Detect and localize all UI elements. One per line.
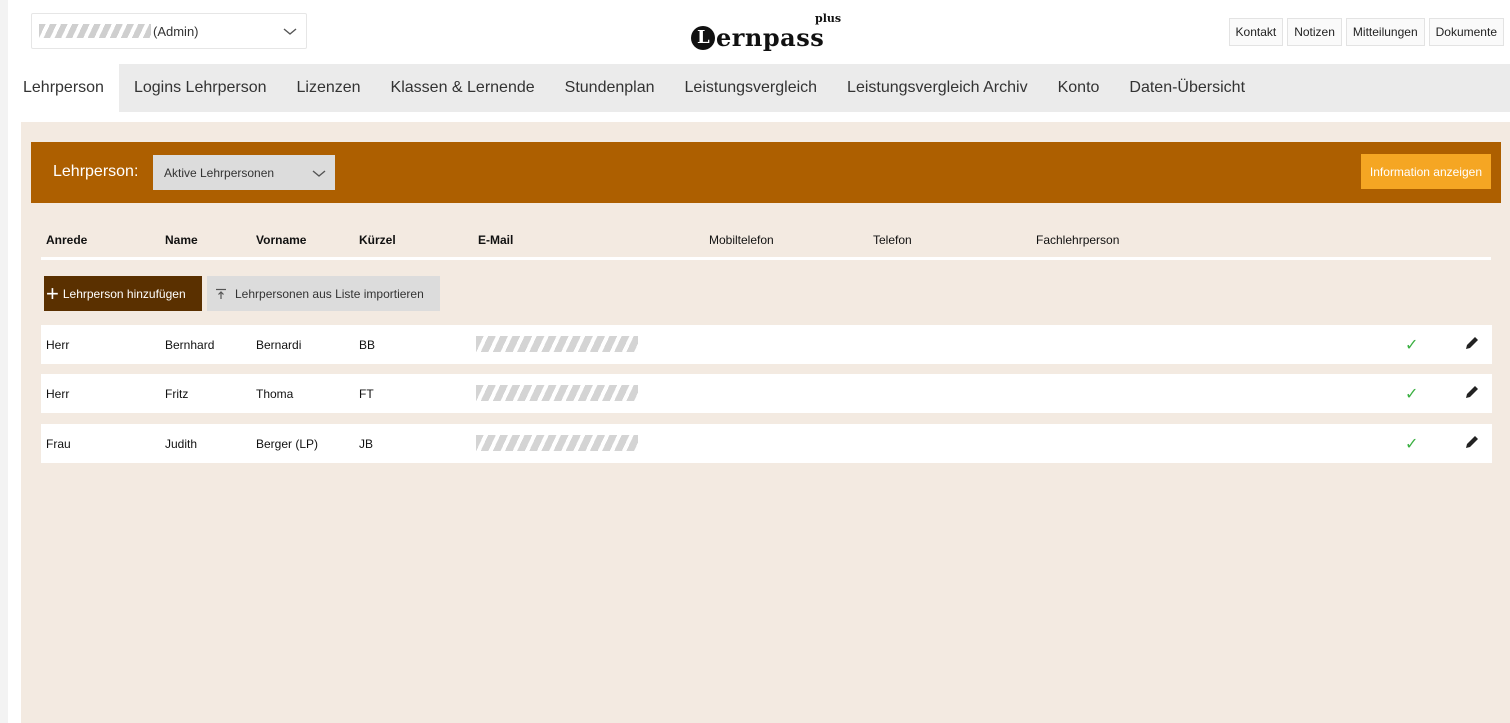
filter-value: Aktive Lehrpersonen: [164, 165, 275, 180]
main-nav: Lehrperson Logins Lehrperson Lizenzen Kl…: [8, 64, 1510, 112]
add-teacher-button[interactable]: + Lehrperson hinzufügen: [44, 276, 202, 311]
tab-stundenplan[interactable]: Stundenplan: [550, 64, 670, 112]
documents-link[interactable]: Dokumente: [1428, 18, 1504, 46]
cell-vorname: Berger (LP): [256, 437, 319, 451]
tab-konto[interactable]: Konto: [1043, 64, 1115, 112]
teacher-filter-select[interactable]: Aktive Lehrpersonen: [153, 155, 335, 190]
table-row[interactable]: Frau Judith Berger (LP) JB ✓: [41, 424, 1492, 463]
user-role-label: (Admin): [153, 23, 199, 39]
cell-vorname: Thoma: [256, 387, 294, 401]
import-teachers-label: Lehrpersonen aus Liste importieren: [235, 286, 424, 301]
plus-icon: +: [46, 280, 59, 306]
tab-daten-uebersicht[interactable]: Daten-Übersicht: [1114, 64, 1260, 112]
top-bar: (Admin) L ernpass plus Kontakt Notizen M…: [8, 0, 1510, 64]
cell-anrede: Frau: [46, 437, 71, 451]
pencil-icon[interactable]: [1463, 383, 1481, 401]
cell-vorname: Bernardi: [256, 338, 302, 352]
logo-plus: plus: [815, 12, 842, 25]
tab-lehrperson[interactable]: Lehrperson: [8, 64, 119, 112]
tab-logins-lehrperson[interactable]: Logins Lehrperson: [119, 64, 282, 112]
content-area: Lehrperson: Aktive Lehrpersonen Informat…: [21, 122, 1510, 723]
col-header-anrede[interactable]: Anrede: [46, 233, 87, 247]
col-header-fachlehrperson[interactable]: Fachlehrperson: [1036, 233, 1119, 247]
chevron-down-icon: [283, 28, 297, 35]
panel-label: Lehrperson:: [53, 163, 139, 180]
logo-mark: L: [691, 26, 715, 50]
header-divider: [41, 257, 1491, 260]
pencil-icon[interactable]: [1463, 334, 1481, 352]
app-logo: L ernpass plus: [691, 12, 841, 52]
user-select[interactable]: (Admin): [31, 13, 307, 49]
cell-name: Fritz: [165, 387, 189, 401]
redacted-email: [476, 435, 638, 451]
col-header-email[interactable]: E-Mail: [478, 233, 513, 247]
panel-header: Lehrperson: Aktive Lehrpersonen Informat…: [31, 142, 1501, 203]
redacted-username: [39, 24, 151, 38]
table-row[interactable]: Herr Fritz Thoma FT ✓: [41, 374, 1492, 413]
cell-kuerzel: JB: [359, 437, 374, 451]
check-icon: ✓: [1405, 386, 1419, 403]
col-header-name[interactable]: Name: [165, 233, 198, 247]
tab-klassen-lernende[interactable]: Klassen & Lernende: [376, 64, 550, 112]
col-header-kuerzel[interactable]: Kürzel: [359, 233, 396, 247]
cell-kuerzel: BB: [359, 338, 376, 352]
tab-leistungsvergleich[interactable]: Leistungsvergleich: [670, 64, 833, 112]
cell-anrede: Herr: [46, 387, 70, 401]
upload-icon: [216, 288, 226, 299]
contact-link[interactable]: Kontakt: [1228, 18, 1284, 46]
check-icon: ✓: [1405, 436, 1419, 453]
tab-lizenzen[interactable]: Lizenzen: [282, 64, 376, 112]
logo-text: ernpass: [716, 23, 825, 52]
cell-name: Bernhard: [165, 338, 215, 352]
messages-link[interactable]: Mitteilungen: [1345, 18, 1425, 46]
redacted-email: [476, 385, 638, 401]
tab-leistungsvergleich-archiv[interactable]: Leistungsvergleich Archiv: [832, 64, 1043, 112]
notes-link[interactable]: Notizen: [1287, 18, 1342, 46]
import-teachers-button[interactable]: Lehrpersonen aus Liste importieren: [207, 276, 440, 311]
cell-kuerzel: FT: [359, 387, 374, 401]
col-header-vorname[interactable]: Vorname: [256, 233, 306, 247]
cell-name: Judith: [165, 437, 198, 451]
add-teacher-label: Lehrperson hinzufügen: [62, 286, 186, 301]
window-left-edge: [0, 0, 8, 723]
chevron-down-icon: [312, 170, 326, 177]
info-button[interactable]: Information anzeigen: [1360, 154, 1491, 189]
table-row[interactable]: Herr Bernhard Bernardi BB ✓: [41, 325, 1492, 364]
cell-anrede: Herr: [46, 338, 70, 352]
col-header-mobil[interactable]: Mobiltelefon: [709, 233, 774, 247]
col-header-telefon[interactable]: Telefon: [873, 233, 912, 247]
redacted-email: [476, 336, 638, 352]
top-links: Kontakt Notizen Mitteilungen Dokumente: [1228, 18, 1504, 46]
check-icon: ✓: [1405, 337, 1419, 354]
pencil-icon[interactable]: [1463, 433, 1481, 451]
